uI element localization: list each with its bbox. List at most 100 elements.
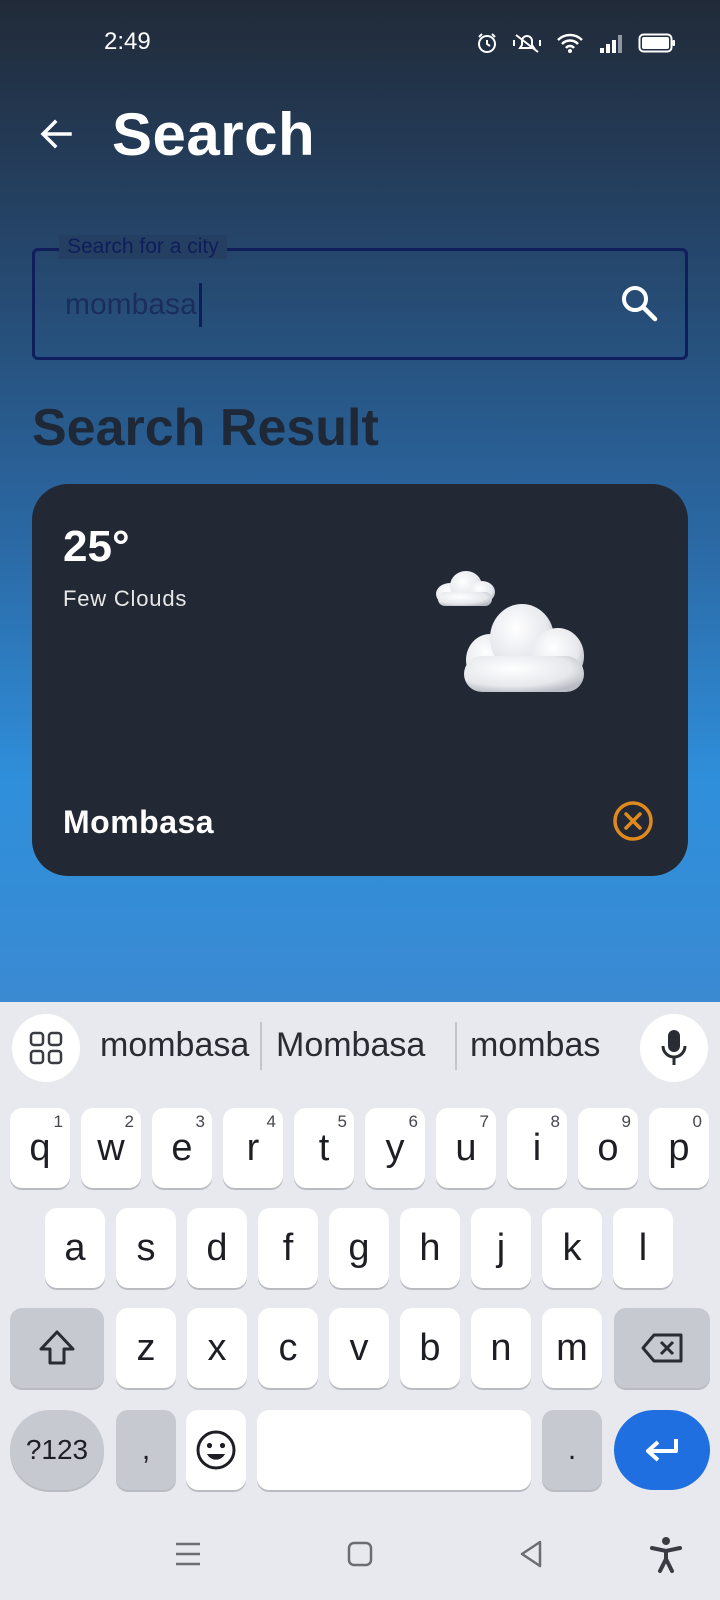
key-label: t xyxy=(318,1126,330,1169)
suggestion-2[interactable]: Mombasa xyxy=(276,1026,425,1065)
key-label: z xyxy=(136,1326,156,1369)
key-b[interactable]: b xyxy=(400,1308,460,1388)
symbols-key[interactable]: ?123 xyxy=(10,1410,104,1490)
emoji-icon xyxy=(196,1430,236,1470)
key-m[interactable]: m xyxy=(542,1308,602,1388)
key-l[interactable]: l xyxy=(613,1208,673,1288)
key-k[interactable]: k xyxy=(542,1208,602,1288)
key-number-hint: 4 xyxy=(266,1112,276,1131)
key-f[interactable]: f xyxy=(258,1208,318,1288)
mute-icon xyxy=(513,34,541,53)
cloud-icon xyxy=(436,571,584,692)
key-x[interactable]: x xyxy=(187,1308,247,1388)
key-label: p xyxy=(668,1126,690,1169)
key-number-hint: 8 xyxy=(550,1112,560,1131)
key-a[interactable]: a xyxy=(45,1208,105,1288)
accessibility-icon[interactable] xyxy=(646,1534,686,1574)
weather-condition: Few Clouds xyxy=(63,586,188,611)
key-label: f xyxy=(282,1226,294,1269)
key-label: g xyxy=(348,1226,370,1269)
key-t[interactable]: t5 xyxy=(294,1108,354,1188)
key-label: k xyxy=(562,1226,582,1269)
page-title: Search xyxy=(112,101,316,168)
key-z[interactable]: z xyxy=(116,1308,176,1388)
key-label: q xyxy=(29,1126,51,1169)
suggestion-divider xyxy=(260,1022,262,1070)
microphone-icon xyxy=(661,1030,687,1065)
search-icon[interactable] xyxy=(617,281,661,325)
key-i[interactable]: i8 xyxy=(507,1108,567,1188)
keyboard-menu-button[interactable] xyxy=(12,1014,80,1082)
key-c[interactable]: c xyxy=(258,1308,318,1388)
suggestion-divider xyxy=(455,1022,457,1070)
key-d[interactable]: d xyxy=(187,1208,247,1288)
key-p[interactable]: p0 xyxy=(649,1108,709,1188)
key-label: n xyxy=(490,1326,512,1369)
apps-grid-icon xyxy=(29,1031,63,1065)
key-label: x xyxy=(207,1326,227,1369)
signal-icon xyxy=(600,35,622,53)
key-label: v xyxy=(349,1326,369,1369)
key-w[interactable]: w2 xyxy=(81,1108,141,1188)
suggestion-3[interactable]: mombas xyxy=(470,1026,600,1065)
key-s[interactable]: s xyxy=(116,1208,176,1288)
key-o[interactable]: o9 xyxy=(578,1108,638,1188)
text-cursor xyxy=(198,283,202,327)
backspace-key[interactable] xyxy=(614,1308,710,1388)
battery-icon xyxy=(638,33,675,53)
space-key[interactable] xyxy=(257,1410,531,1490)
key-label: c xyxy=(278,1326,298,1369)
emoji-key[interactable] xyxy=(186,1410,246,1490)
home-square-icon[interactable] xyxy=(340,1534,380,1574)
key-r[interactable]: r4 xyxy=(223,1108,283,1188)
search-input[interactable]: mombasa xyxy=(65,283,202,327)
key-j[interactable]: j xyxy=(471,1208,531,1288)
key-u[interactable]: u7 xyxy=(436,1108,496,1188)
key-g[interactable]: g xyxy=(329,1208,389,1288)
comma-key[interactable]: , xyxy=(116,1410,176,1490)
search-field-label: Search for a city xyxy=(59,235,227,259)
voice-input-button[interactable] xyxy=(640,1014,708,1082)
status-icons xyxy=(476,32,676,54)
key-label: m xyxy=(556,1326,588,1369)
key-label: l xyxy=(638,1226,648,1269)
key-label: e xyxy=(171,1126,193,1169)
city-name: Mombasa xyxy=(63,804,215,840)
suggestion-1[interactable]: mombasa xyxy=(100,1026,249,1065)
shift-key[interactable] xyxy=(10,1308,104,1388)
menu-icon[interactable] xyxy=(168,1534,208,1574)
key-number-hint: 2 xyxy=(124,1112,134,1131)
key-q[interactable]: q1 xyxy=(10,1108,70,1188)
key-n[interactable]: n xyxy=(471,1308,531,1388)
key-label: s xyxy=(136,1226,156,1269)
key-number-hint: 3 xyxy=(195,1112,205,1131)
key-label: y xyxy=(385,1126,405,1169)
key-e[interactable]: e3 xyxy=(152,1108,212,1188)
key-h[interactable]: h xyxy=(400,1208,460,1288)
period-key[interactable]: . xyxy=(542,1410,602,1490)
key-number-hint: 1 xyxy=(53,1112,63,1131)
key-number-hint: 6 xyxy=(408,1112,418,1131)
enter-arrow-icon xyxy=(646,1439,678,1462)
back-button[interactable] xyxy=(30,108,82,160)
back-triangle-icon[interactable] xyxy=(512,1534,552,1574)
enter-key[interactable] xyxy=(614,1410,710,1490)
close-circle-icon[interactable] xyxy=(612,800,654,842)
search-field[interactable]: Search for a city mombasa xyxy=(32,235,688,360)
status-bar: 2:49 xyxy=(0,0,720,90)
weather-result-card[interactable]: 25° Few Clouds Mombasa xyxy=(32,484,688,876)
temperature: 25° xyxy=(63,522,130,571)
weather-app-screen: 2:49 Search Search for a city mombasa Se… xyxy=(0,0,720,1002)
key-y[interactable]: y6 xyxy=(365,1108,425,1188)
key-label: a xyxy=(64,1226,86,1269)
wifi-icon xyxy=(557,33,583,53)
search-input-value: mombasa xyxy=(65,288,197,321)
key-label: i xyxy=(532,1126,542,1169)
key-label: b xyxy=(419,1326,441,1369)
key-number-hint: 7 xyxy=(479,1112,489,1131)
suggestion-bar: mombasa Mombasa mombas xyxy=(0,1002,720,1098)
alarm-icon xyxy=(478,33,496,53)
backspace-icon xyxy=(641,1333,683,1363)
key-label: w xyxy=(97,1126,125,1169)
key-v[interactable]: v xyxy=(329,1308,389,1388)
